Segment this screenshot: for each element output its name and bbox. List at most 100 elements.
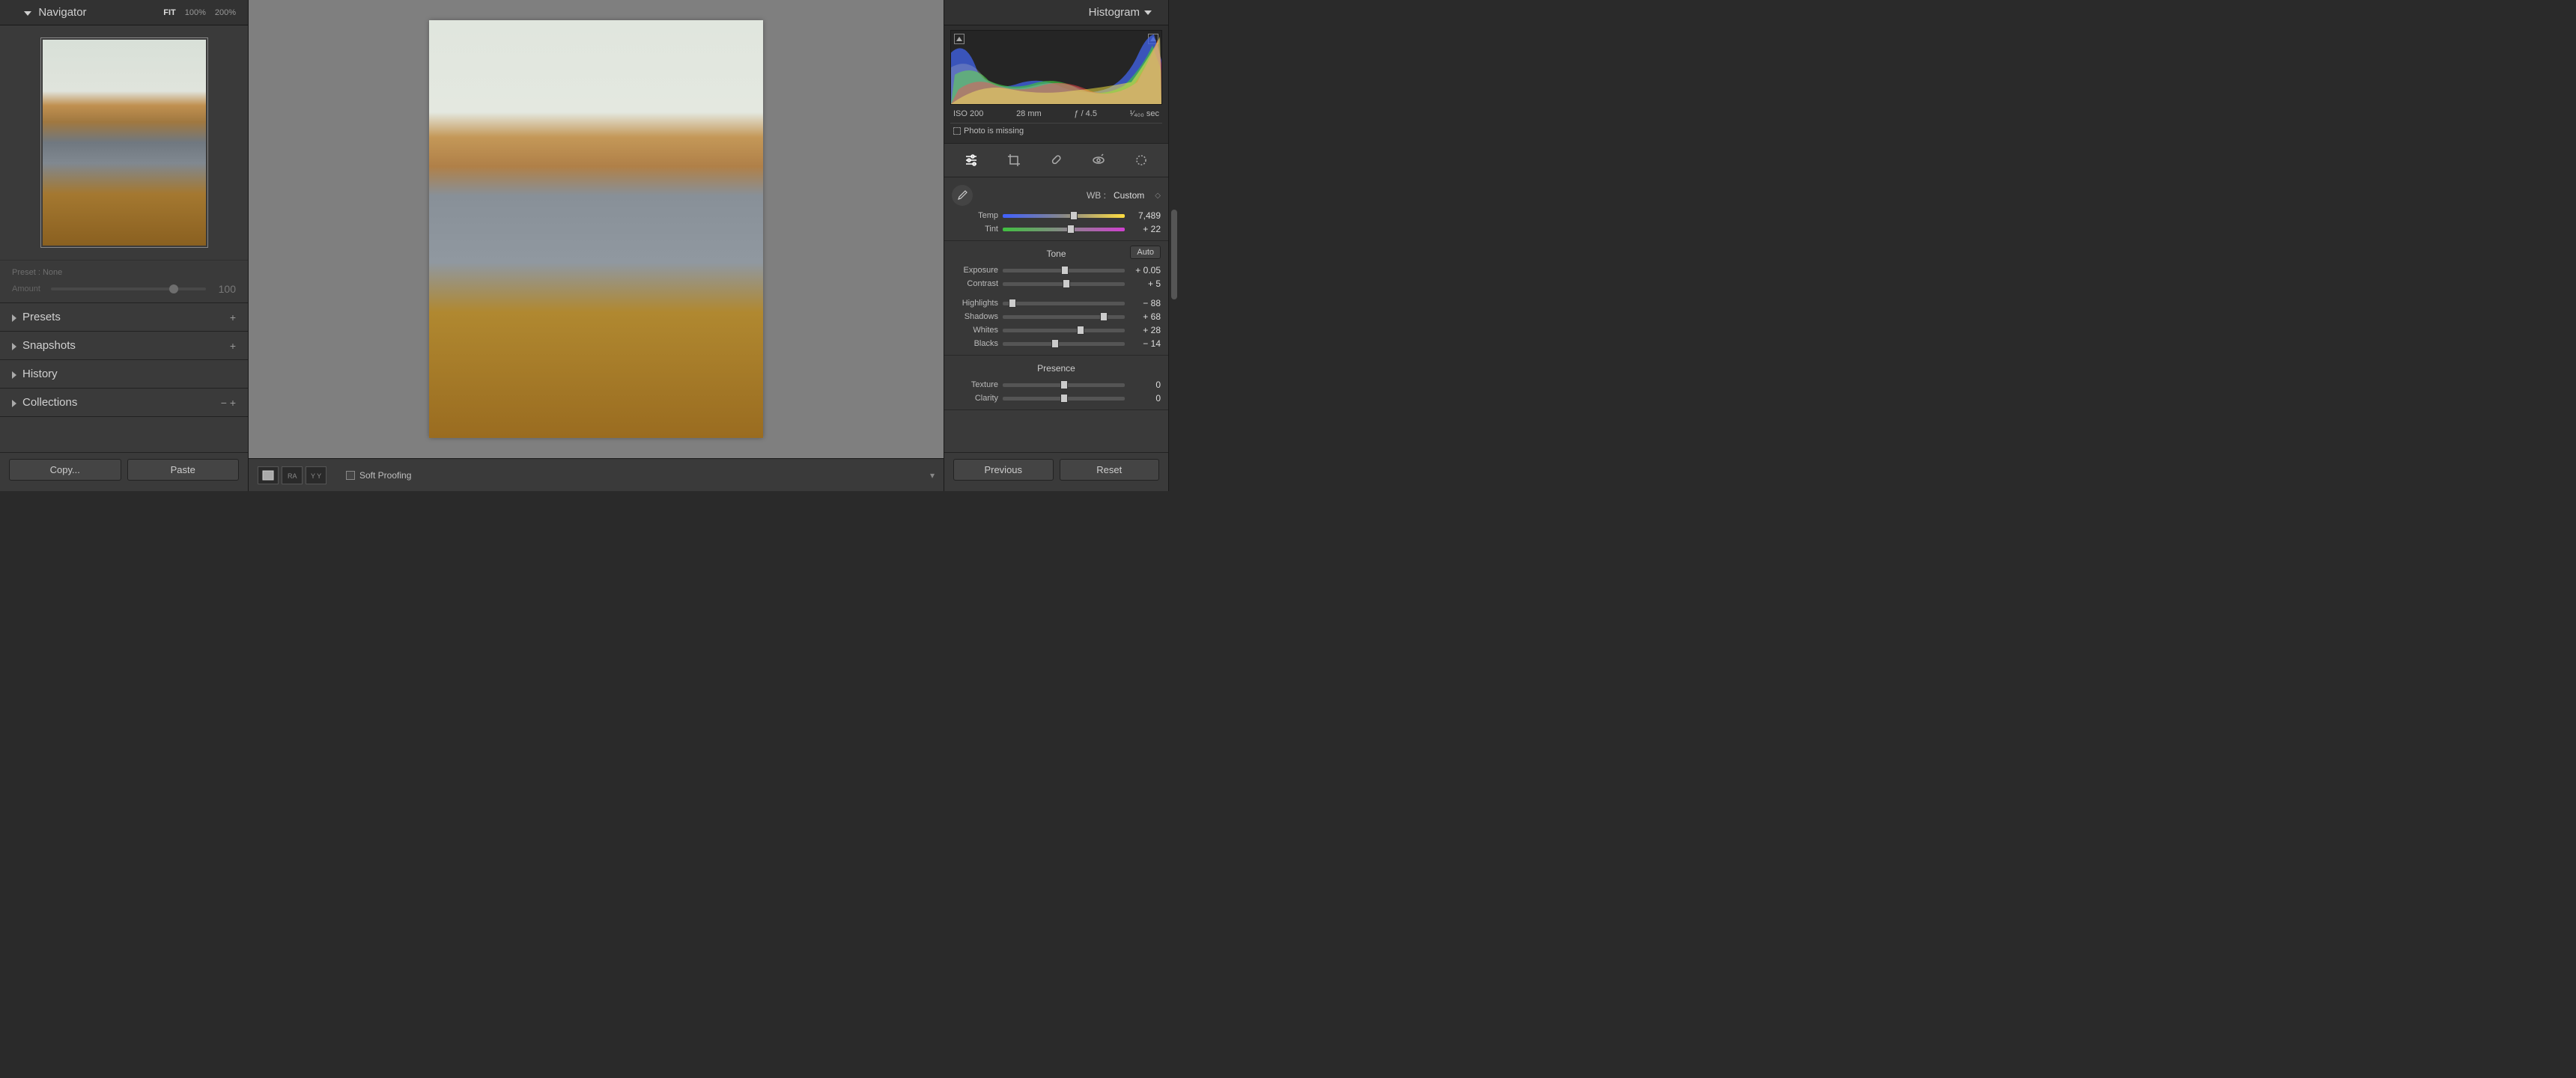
copy-button[interactable]: Copy... <box>9 459 121 481</box>
temp-slider[interactable] <box>1003 214 1125 218</box>
redeye-icon[interactable] <box>1090 151 1108 169</box>
plus-icon[interactable]: + <box>230 340 236 352</box>
tint-slider[interactable] <box>1003 228 1125 231</box>
temp-value[interactable]: 7,489 <box>1129 210 1161 221</box>
right-scrollbar[interactable] <box>1168 0 1179 491</box>
preset-box: Preset : None Amount 100 <box>0 260 248 302</box>
tone-group: Tone Auto Exposure + 0.05 Contrast + 5 H… <box>944 241 1168 356</box>
masking-icon[interactable] <box>1132 151 1150 169</box>
shadows-slider-row: Shadows + 68 <box>952 310 1161 323</box>
slider-thumb[interactable] <box>1060 394 1068 403</box>
right-panel: Histogram ISO 200 28 mm ƒ / 4.5 ¹⁄₄₀₀ <box>944 0 1168 491</box>
presence-group: Presence Texture 0 Clarity 0 <box>944 356 1168 410</box>
svg-text:RA: RA <box>288 472 297 480</box>
accordion-snapshots[interactable]: Snapshots + <box>0 332 248 360</box>
temp-slider-row: Temp 7,489 <box>952 209 1161 222</box>
crop-icon[interactable] <box>1005 151 1023 169</box>
scrollbar-thumb[interactable] <box>1171 210 1177 299</box>
slider-thumb[interactable] <box>1009 299 1016 308</box>
loupe-view-icon[interactable] <box>258 466 279 484</box>
tone-header: Tone Auto <box>952 246 1161 264</box>
slider-thumb[interactable] <box>1077 326 1084 335</box>
whites-slider[interactable] <box>1003 329 1125 332</box>
presence-header: Presence <box>952 360 1161 378</box>
aperture-value: ƒ / 4.5 <box>1074 109 1097 118</box>
accordion-collections[interactable]: Collections − + <box>0 389 248 417</box>
edit-sliders-icon[interactable] <box>962 151 980 169</box>
eyedropper-icon[interactable] <box>952 185 973 206</box>
texture-slider[interactable] <box>1003 383 1125 387</box>
auto-tone-button[interactable]: Auto <box>1130 246 1161 259</box>
before-after-ra-icon[interactable]: RA <box>282 466 303 484</box>
expand-icon <box>12 400 16 407</box>
tint-value[interactable]: + 22 <box>1129 224 1161 234</box>
slider-thumb[interactable] <box>1067 225 1075 234</box>
adjust-panels: WB : Custom ◇ Temp 7,489 Tint + 22 <box>944 177 1168 452</box>
zoom-100[interactable]: 100% <box>185 8 206 17</box>
wb-mode-select[interactable]: Custom <box>1114 190 1144 201</box>
center-toolbar: RA Y Y Soft Proofing ▾ <box>249 458 944 491</box>
amount-value: 100 <box>212 283 236 295</box>
shadows-slider[interactable] <box>1003 315 1125 319</box>
navigator-header[interactable]: Navigator FIT 100% 200% <box>0 0 248 25</box>
wb-header: WB : Custom ◇ <box>952 182 1161 209</box>
zoom-200[interactable]: 200% <box>215 8 236 17</box>
histogram-chart[interactable] <box>950 30 1162 105</box>
toolbar-expand-icon[interactable]: ▾ <box>930 470 935 481</box>
highlights-slider[interactable] <box>1003 302 1125 305</box>
slider-thumb[interactable] <box>1060 380 1068 389</box>
exposure-slider-row: Exposure + 0.05 <box>952 264 1161 277</box>
slider-thumb[interactable] <box>1100 312 1108 321</box>
expand-icon <box>12 371 16 379</box>
tool-strip <box>944 143 1168 177</box>
main-photo <box>429 20 763 438</box>
histogram-header[interactable]: Histogram <box>944 0 1168 25</box>
view-mode-buttons: RA Y Y <box>258 466 326 484</box>
accordion-history[interactable]: History <box>0 360 248 389</box>
canvas-area[interactable] <box>249 0 944 458</box>
left-panel: Navigator FIT 100% 200% Preset : None Am… <box>0 0 249 491</box>
dropdown-icon[interactable]: ◇ <box>1155 192 1161 200</box>
texture-slider-row: Texture 0 <box>952 378 1161 392</box>
left-footer: Copy... Paste <box>0 452 248 491</box>
clarity-slider[interactable] <box>1003 397 1125 401</box>
reset-button[interactable]: Reset <box>1060 459 1160 481</box>
soft-proofing-toggle[interactable]: Soft Proofing <box>346 470 411 481</box>
wb-group: WB : Custom ◇ Temp 7,489 Tint + 22 <box>944 177 1168 241</box>
paste-button[interactable]: Paste <box>127 459 240 481</box>
slider-thumb[interactable] <box>1061 266 1069 275</box>
previous-button[interactable]: Previous <box>953 459 1054 481</box>
amount-row: Amount 100 <box>12 283 236 295</box>
missing-icon <box>953 127 961 135</box>
healing-icon[interactable] <box>1047 151 1065 169</box>
slider-thumb[interactable] <box>1070 211 1078 220</box>
expand-icon <box>12 314 16 322</box>
center-panel: RA Y Y Soft Proofing ▾ <box>249 0 944 491</box>
exposure-slider[interactable] <box>1003 269 1125 272</box>
blacks-slider-row: Blacks − 14 <box>952 337 1161 350</box>
histogram-title: Histogram <box>1089 6 1140 19</box>
collapse-icon <box>24 11 31 16</box>
left-accordion: Presets + Snapshots + History Collection… <box>0 302 248 417</box>
contrast-slider-row: Contrast + 5 <box>952 277 1161 290</box>
amount-slider[interactable] <box>51 287 206 290</box>
tint-slider-row: Tint + 22 <box>952 222 1161 236</box>
slider-thumb[interactable] <box>1063 279 1070 288</box>
preview-frame <box>40 37 208 248</box>
clarity-slider-row: Clarity 0 <box>952 392 1161 405</box>
focal-value: 28 mm <box>1016 109 1042 118</box>
blacks-slider[interactable] <box>1003 342 1125 346</box>
navigator-preview[interactable] <box>0 25 248 260</box>
highlights-slider-row: Highlights − 88 <box>952 296 1161 310</box>
whites-slider-row: Whites + 28 <box>952 323 1161 337</box>
amount-thumb[interactable] <box>169 284 178 293</box>
contrast-slider[interactable] <box>1003 282 1125 286</box>
zoom-fit[interactable]: FIT <box>163 8 176 17</box>
slider-thumb[interactable] <box>1051 339 1059 348</box>
before-after-yy-icon[interactable]: Y Y <box>306 466 326 484</box>
accordion-presets[interactable]: Presets + <box>0 303 248 332</box>
checkbox-icon[interactable] <box>346 471 355 480</box>
plus-icon[interactable]: + <box>230 311 236 323</box>
minus-plus-icon[interactable]: − + <box>221 397 236 409</box>
histogram-box: ISO 200 28 mm ƒ / 4.5 ¹⁄₄₀₀ sec Photo is… <box>944 25 1168 143</box>
